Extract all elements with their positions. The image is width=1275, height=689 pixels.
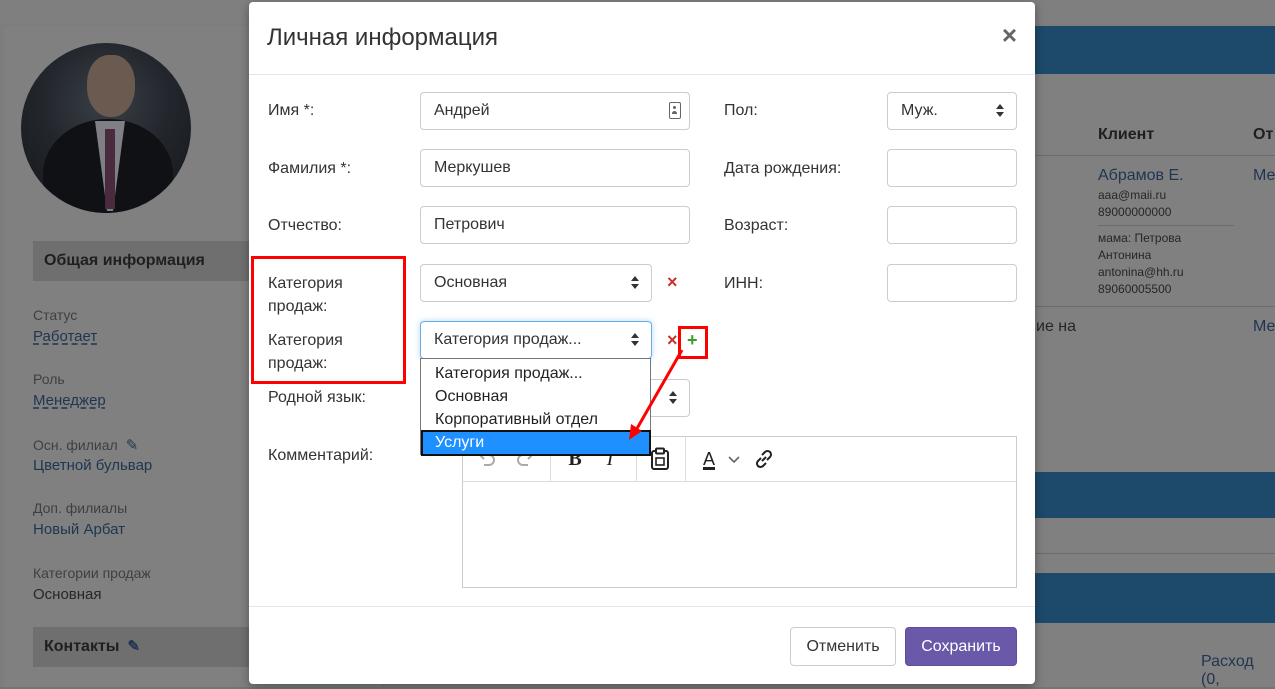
patronymic-label: Отчество: xyxy=(268,217,342,234)
comment-editor[interactable]: B I A xyxy=(462,436,1017,588)
table-divider xyxy=(1035,155,1275,156)
row-link-2[interactable]: Ме xyxy=(1253,318,1275,336)
modal-header: Личная информация × xyxy=(249,2,1035,75)
contact-card-icon[interactable] xyxy=(669,102,681,119)
native-language-label: Родной язык: xyxy=(268,389,366,406)
sales-category-1-value: Основная xyxy=(434,274,508,291)
role-label: Роль xyxy=(33,371,65,387)
sales-categories-value: Основная xyxy=(33,586,102,603)
extra-branches-label: Доп. филиалы xyxy=(33,500,128,516)
birth-date-label: Дата рождения: xyxy=(724,160,842,177)
avatar xyxy=(21,43,191,213)
clipboard-icon[interactable] xyxy=(649,447,673,471)
dropdown-option[interactable]: Основная xyxy=(423,386,649,408)
personal-info-modal: Личная информация × Имя *: Фамилия *: От… xyxy=(249,2,1035,684)
edit-pencil-icon[interactable]: ✎ xyxy=(127,627,140,667)
last-name-label: Фамилия *: xyxy=(268,160,352,177)
dropdown-option[interactable]: Категория продаж... xyxy=(423,363,649,385)
select-arrows-icon xyxy=(996,104,1004,118)
comment-label: Комментарий: xyxy=(268,447,374,464)
main-branch-label: Осн. филиал ✎ xyxy=(33,436,139,454)
sales-category-2-value: Категория продаж... xyxy=(434,331,582,348)
birth-date-field[interactable] xyxy=(887,149,1017,187)
last-name-field[interactable]: Меркушев xyxy=(420,149,690,187)
right-section-bar-1 xyxy=(1035,472,1275,518)
age-field[interactable] xyxy=(887,206,1017,244)
column-other-header: От xyxy=(1253,126,1274,143)
edit-pencil-icon[interactable]: ✎ xyxy=(126,436,139,454)
status-value[interactable]: Работает xyxy=(33,328,97,345)
main-branch-value: Цветной бульвар xyxy=(33,457,153,474)
close-icon[interactable]: × xyxy=(1002,22,1017,48)
right-section-bar-2 xyxy=(1035,573,1275,623)
link-icon[interactable] xyxy=(752,447,776,471)
gender-value: Муж. xyxy=(901,102,938,119)
remove-category-1-icon[interactable]: × xyxy=(667,273,678,291)
relative-email: antonina@hh.ru xyxy=(1098,265,1184,279)
section-divider xyxy=(1035,553,1275,554)
table-divider xyxy=(1035,306,1275,307)
client-name-link[interactable]: Абрамов Е. xyxy=(1098,167,1184,185)
cancel-button[interactable]: Отменить xyxy=(790,627,896,666)
sales-category-1-select[interactable]: Основная xyxy=(420,264,652,302)
age-label: Возраст: xyxy=(724,217,789,234)
save-button[interactable]: Сохранить xyxy=(905,627,1017,666)
first-name-field[interactable]: Андрей xyxy=(420,92,690,130)
right-header-bar xyxy=(1035,26,1275,74)
relative-line-1: мама: Петрова xyxy=(1098,231,1182,245)
select-arrows-icon xyxy=(631,276,639,290)
relative-phone: 89060005500 xyxy=(1098,282,1172,296)
client-email: aaa@maii.ru xyxy=(1098,188,1167,202)
first-name-label: Имя *: xyxy=(268,102,315,119)
extra-branches-value: Новый Арбат xyxy=(33,521,125,538)
sales-categories-label: Категории продаж xyxy=(33,565,151,581)
chevron-down-icon[interactable] xyxy=(727,447,741,471)
font-color-button[interactable]: A xyxy=(697,447,721,471)
dropdown-option[interactable]: Корпоративный отдел xyxy=(423,409,649,431)
inn-field[interactable] xyxy=(887,264,1017,302)
client-divider xyxy=(1098,225,1234,226)
sales-category-1-label: Категория продаж: xyxy=(268,275,343,315)
status-label: Статус xyxy=(33,307,78,323)
toolbar-separator xyxy=(685,437,686,481)
sales-category-2-select[interactable]: Категория продаж... xyxy=(420,321,652,359)
patronymic-field[interactable]: Петрович xyxy=(420,206,690,244)
column-client-header: Клиент xyxy=(1098,126,1155,143)
role-value[interactable]: Менеджер xyxy=(33,392,106,409)
sales-category-dropdown-list: Категория продаж... Основная Корпоративн… xyxy=(420,358,651,456)
row-link-1[interactable]: Ме xyxy=(1253,167,1275,185)
dropdown-option-selected[interactable]: Услуги xyxy=(421,430,651,456)
sales-category-2-label: Категория продаж: xyxy=(268,332,343,372)
expense-link[interactable]: Расход (0, xyxy=(1201,653,1275,689)
annotation-arrow-icon xyxy=(629,349,684,440)
inn-label: ИНН: xyxy=(724,275,764,292)
modal-footer: Отменить Сохранить xyxy=(249,606,1035,685)
modal-title: Личная информация xyxy=(267,24,499,51)
gender-select[interactable]: Муж. xyxy=(887,92,1017,130)
first-name-value: Андрей xyxy=(434,102,490,119)
client-phone: 89000000000 xyxy=(1098,205,1172,219)
partial-text: ие на xyxy=(1036,318,1077,335)
relative-line-2: Антонина xyxy=(1098,248,1152,262)
gender-label: Пол: xyxy=(724,102,758,119)
